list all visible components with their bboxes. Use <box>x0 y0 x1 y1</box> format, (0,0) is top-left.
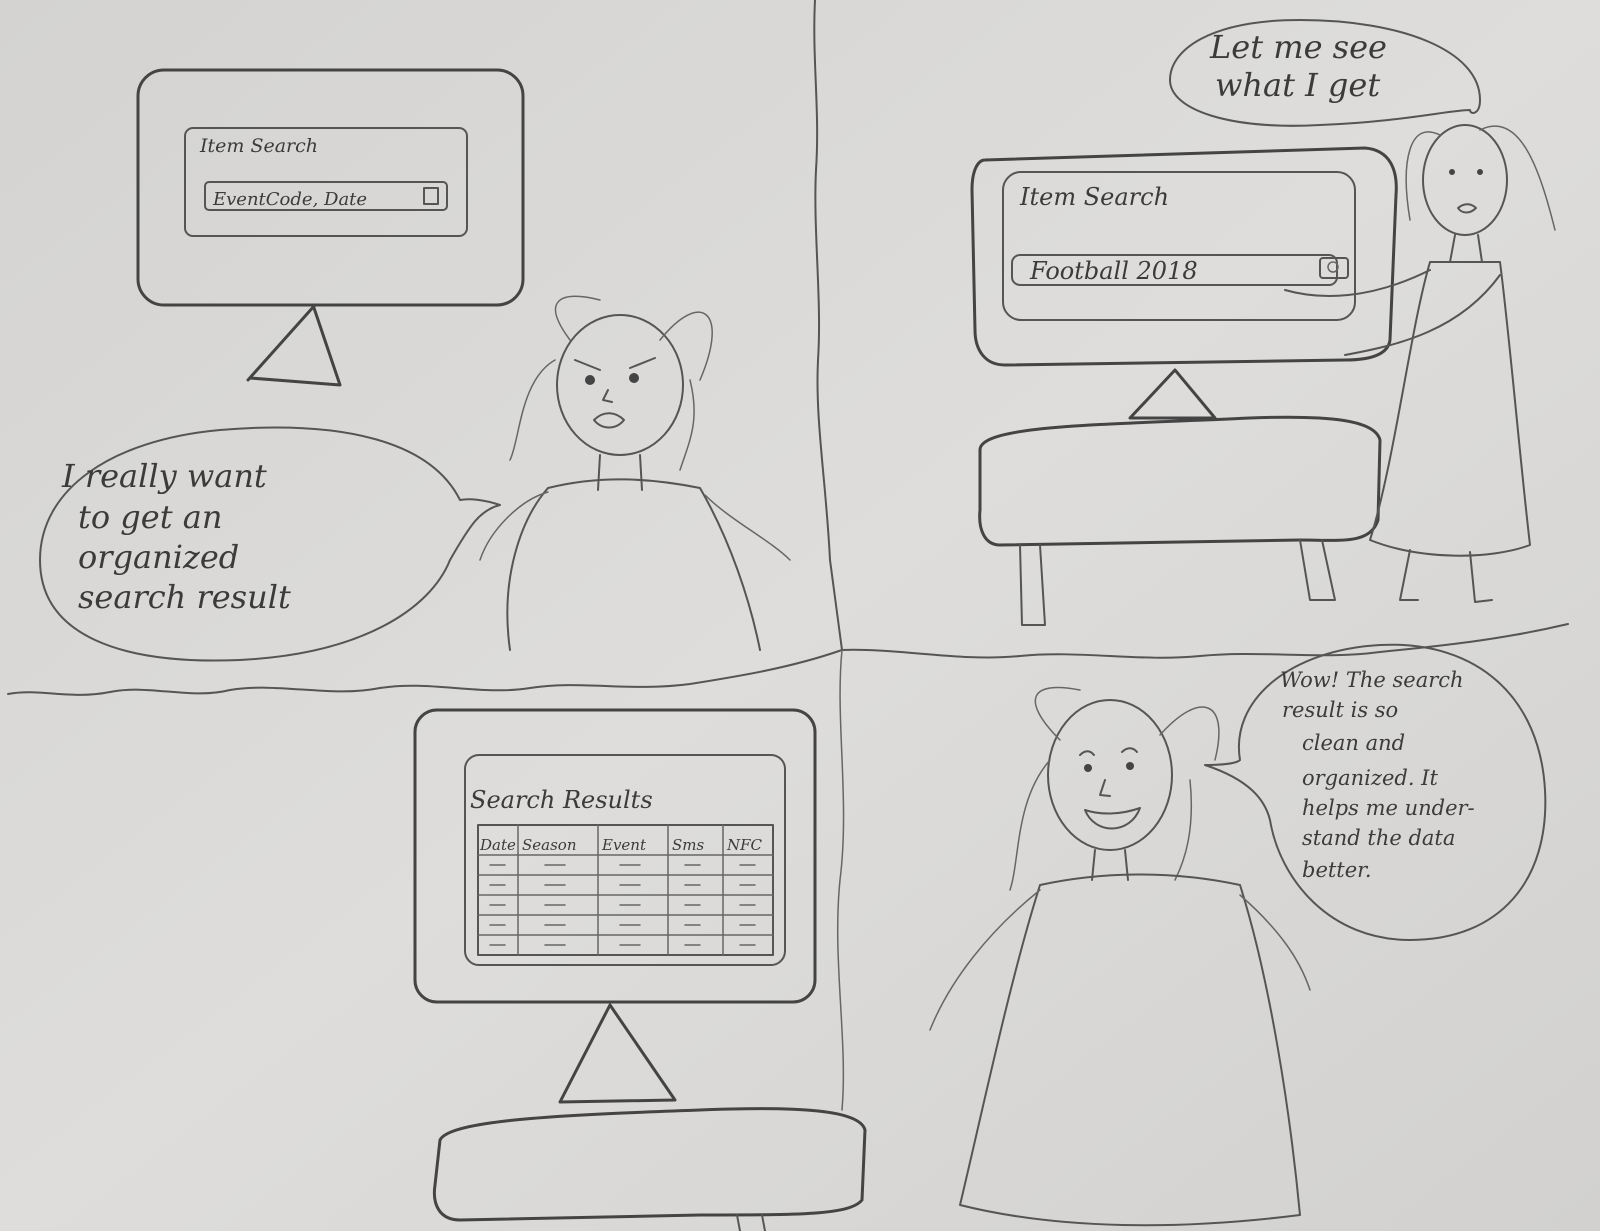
eye <box>585 375 595 385</box>
speech-line: Wow! The search <box>1280 668 1464 692</box>
search-value: Football 2018 <box>1029 257 1198 285</box>
eye <box>1126 762 1134 770</box>
table-header: NFC <box>726 836 763 854</box>
speech-line: Let me see <box>1209 28 1387 66</box>
speech-line: better. <box>1302 858 1372 882</box>
speech-line: search result <box>78 578 291 616</box>
table-header: Event <box>601 836 647 854</box>
speech-line: organized. It <box>1302 766 1438 790</box>
screen-title: Search Results <box>470 786 653 814</box>
eye <box>1477 169 1483 175</box>
eye <box>1449 169 1455 175</box>
screen-title: Item Search <box>199 135 318 157</box>
speech-line: to get an <box>78 498 222 536</box>
table-header: Sms <box>672 836 704 854</box>
speech-line: what I get <box>1215 66 1380 104</box>
eye <box>1084 764 1092 772</box>
speech-line: result is so <box>1282 698 1398 722</box>
speech-line: helps me under- <box>1302 796 1475 820</box>
speech-line: stand the data <box>1302 826 1455 850</box>
search-placeholder: EventCode, Date <box>212 189 367 210</box>
storyboard-sketch: Item Search EventCode, Date I really wan… <box>0 0 1600 1231</box>
speech-line: organized <box>78 538 239 576</box>
table-header: Date <box>479 836 516 854</box>
eye <box>629 373 639 383</box>
speech-line: I really want <box>61 457 267 495</box>
screen-title: Item Search <box>1019 183 1169 211</box>
speech-line: clean and <box>1302 731 1405 755</box>
table-header: Season <box>522 836 577 854</box>
